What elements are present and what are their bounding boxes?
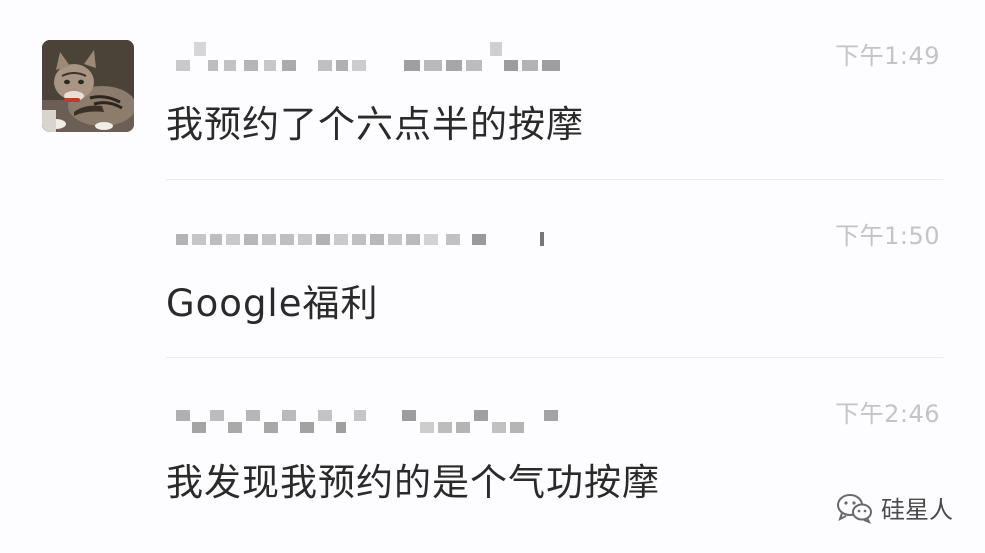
sender-name-redacted — [168, 40, 588, 71]
sender-name-redacted — [168, 400, 588, 433]
divider — [166, 357, 943, 358]
wechat-icon — [837, 493, 872, 524]
cat-avatar-image — [42, 40, 134, 132]
divider — [166, 179, 943, 180]
message-text: 我发现我预约的是个气功按摩 — [166, 461, 660, 504]
watermark-label: 硅星人 — [881, 496, 953, 524]
sender-name-redacted — [168, 222, 588, 248]
message-time: 下午2:46 — [835, 400, 940, 428]
message-time: 下午1:49 — [835, 42, 940, 70]
message-text: 我预约了个六点半的按摩 — [166, 103, 584, 146]
message-text: Google福利 — [166, 282, 379, 325]
avatar[interactable] — [42, 40, 134, 132]
watermark: 硅星人 — [835, 490, 953, 525]
message-time: 下午1:50 — [835, 222, 940, 250]
